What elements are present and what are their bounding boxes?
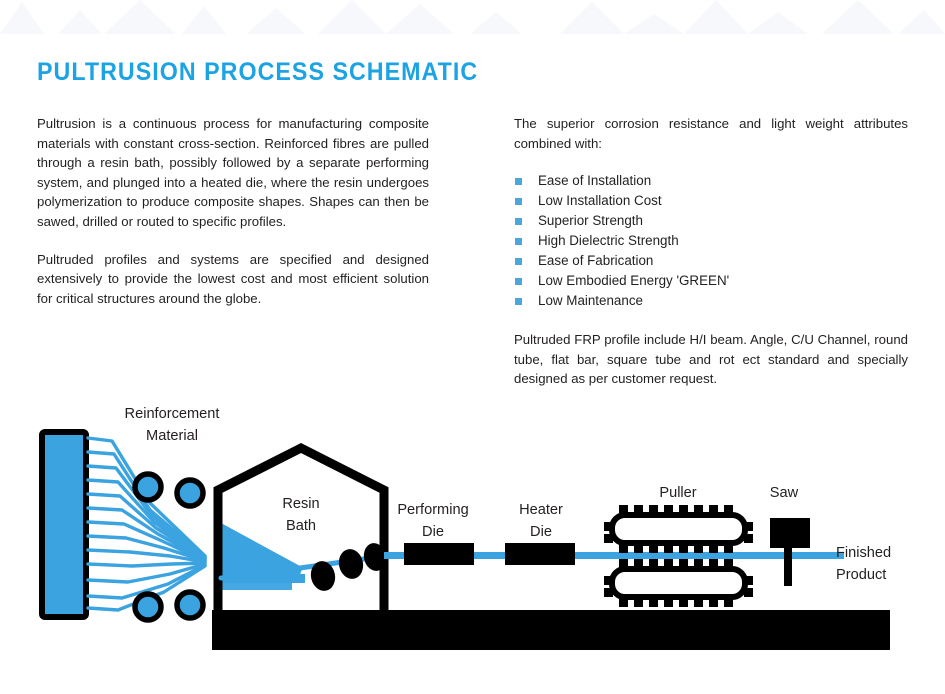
pultrusion-schematic-page: PULTRUSION PROCESS SCHEMATIC Pultrusion …	[0, 0, 945, 694]
right-intro-paragraph: The superior corrosion resistance and li…	[514, 116, 908, 151]
list-item: Low Installation Cost	[514, 191, 908, 211]
right-text-column: The superior corrosion resistance and li…	[514, 114, 908, 389]
performing-die-block	[404, 543, 474, 565]
left-text-column: Pultrusion is a continuous process for m…	[37, 114, 429, 308]
list-item-label: Ease of Fabrication	[538, 253, 654, 269]
list-item-label: Superior Strength	[538, 213, 643, 229]
immersion-roller	[338, 549, 364, 579]
label-puller: Puller	[659, 485, 696, 501]
list-item-label: Low Maintenance	[538, 293, 643, 309]
list-item-label: Ease of Installation	[538, 173, 652, 189]
list-item: Low Maintenance	[514, 291, 908, 311]
label-finished-line1: Finished	[836, 545, 891, 561]
list-item-label: Low Installation Cost	[538, 193, 662, 209]
bullet-square-icon	[515, 198, 522, 206]
fibre-guide-roller	[174, 589, 206, 621]
saw-blade	[784, 546, 792, 586]
label-finished-line2: Product	[836, 567, 886, 583]
right-outro-paragraph: Pultruded FRP profile include H/I beam. …	[514, 332, 908, 387]
bullet-square-icon	[515, 178, 522, 186]
bullet-square-icon	[515, 218, 522, 226]
heater-die-block	[505, 543, 575, 565]
list-item: Superior Strength	[514, 211, 908, 231]
fibre-strands	[86, 436, 207, 612]
process-diagram-svg: Reinforcement Material Resin Bath Perfor…	[39, 406, 891, 650]
label-heater-line2: Die	[530, 524, 552, 540]
label-reinforcement-line2: Material	[146, 428, 198, 444]
fibre-guide-roller	[132, 471, 164, 503]
list-item: High Dielectric Strength	[514, 231, 908, 251]
page-title: PULTRUSION PROCESS SCHEMATIC	[37, 58, 479, 86]
bullet-square-icon	[515, 298, 522, 306]
process-diagram: Reinforcement Material Resin Bath Perfor…	[0, 398, 945, 694]
label-saw: Saw	[770, 485, 799, 501]
machine-base-bar	[212, 610, 890, 650]
label-performing-line1: Performing	[397, 502, 468, 518]
saw-head	[770, 518, 810, 548]
puller-upper-track	[604, 505, 753, 553]
label-reinforcement-line1: Reinforcement	[125, 406, 220, 422]
fibre-guide-roller	[132, 591, 164, 623]
fibre-guide-roller	[174, 477, 206, 509]
top-decorative-pattern	[0, 0, 945, 34]
left-paragraph-1: Pultrusion is a continuous process for m…	[37, 116, 429, 229]
bullet-square-icon	[515, 258, 522, 266]
label-resin-line1: Resin	[282, 496, 319, 512]
list-item: Ease of Fabrication	[514, 251, 908, 271]
creel-rack	[39, 429, 89, 620]
list-item: Low Embodied Energy 'GREEN'	[514, 271, 908, 291]
benefits-list: Ease of Installation Low Installation Co…	[514, 171, 908, 311]
list-item: Ease of Installation	[514, 171, 908, 191]
bullet-square-icon	[515, 278, 522, 286]
left-paragraph-2: Pultruded profiles and systems are speci…	[37, 251, 429, 306]
zigzag-pattern-svg	[0, 0, 945, 34]
label-heater-line1: Heater	[519, 502, 563, 518]
bullet-square-icon	[515, 238, 522, 246]
list-item-label: Low Embodied Energy 'GREEN'	[538, 273, 730, 289]
list-item-label: High Dielectric Strength	[538, 233, 679, 249]
puller-lower-track	[604, 559, 753, 607]
label-performing-line2: Die	[422, 524, 444, 540]
label-resin-line2: Bath	[286, 518, 316, 534]
